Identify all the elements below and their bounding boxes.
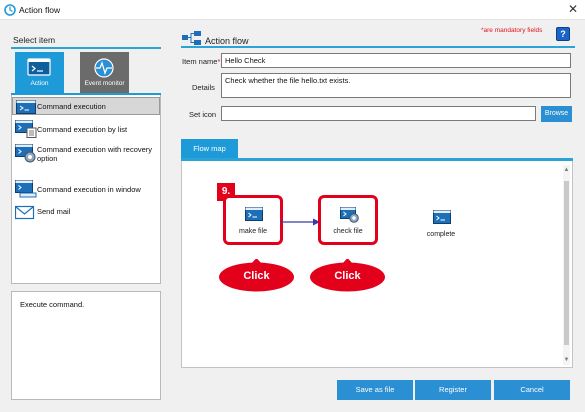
item-name-input[interactable]: Hello Check [221,53,571,68]
set-icon-input[interactable] [221,106,536,121]
list-item-command-execution-by-list[interactable]: Command execution by list [12,119,160,139]
terminal-recovery-icon [340,207,359,223]
command-list: Command execution Command execution by l… [11,95,161,284]
tab-action-label: Action [30,80,49,87]
window-title: Action flow [19,5,61,15]
terminal-icon [16,100,36,114]
flow-arrow [280,218,320,226]
callout-text: Click [334,270,361,282]
tab-action[interactable]: Action [15,52,64,93]
node-label: make file [238,228,267,235]
pulse-monitor-icon [94,58,114,78]
scroll-down-icon[interactable]: ▼ [563,357,570,363]
terminal-icon [433,210,451,224]
save-as-file-button[interactable]: Save as file [337,380,413,400]
mail-icon [15,205,35,220]
node-label: check file [333,228,363,235]
scroll-up-icon[interactable]: ▲ [563,167,570,173]
tab-event-monitor-label: Event monitor [84,80,125,87]
item-name-label-text: Item name [182,57,218,66]
click-callout: Click [309,258,386,292]
flow-node-complete[interactable]: complete [411,198,471,248]
browse-button[interactable]: Browse [541,106,572,122]
terminal-window-icon [15,180,37,198]
title-bar: Action flow ✕ [0,0,585,20]
list-item-label: Command execution by list [37,125,128,134]
divider [11,47,161,49]
mandatory-note: *are mandatory fields [481,27,543,34]
details-label: Details [192,83,215,92]
list-item-label: Command execution [37,102,106,111]
item-name-label: Item name* [182,57,220,66]
select-item-label: Select item [13,35,56,45]
list-item-label-line2: option [37,154,58,163]
help-button[interactable]: ? [556,27,570,41]
tab-event-monitor[interactable]: Event monitor [80,52,129,93]
cancel-button[interactable]: Cancel [494,380,570,400]
page-title: Action flow [205,36,249,46]
app-icon [4,4,16,16]
left-panel: Select item Action Event monitor Command… [11,33,161,400]
divider [181,46,575,48]
flow-node-check-file[interactable]: check file [318,195,378,245]
terminal-icon [245,207,263,221]
flow-diagram-icon [182,31,201,45]
list-item-command-execution[interactable]: Command execution [12,97,160,115]
vertical-scrollbar[interactable]: ▲ ▼ [563,165,570,365]
required-mark: * [217,57,221,66]
close-icon[interactable]: ✕ [566,2,580,17]
terminal-list-icon [15,120,37,138]
flow-node-make-file[interactable]: make file [223,195,283,245]
description-text: Execute command. [20,300,85,309]
terminal-recovery-icon [15,144,36,163]
list-item-label: Send mail [37,207,71,216]
tab-flow-map[interactable]: Flow map [181,139,238,158]
list-item-label: Command execution in window [37,185,141,194]
scrollbar-thumb[interactable] [564,181,569,345]
node-label: complete [426,231,456,238]
callout-text: Click [243,270,270,282]
set-icon-label: Set icon [189,110,217,119]
list-item-command-execution-with-recovery[interactable]: Command execution with recovery option [12,143,160,173]
list-item-label-line1: Command execution with recovery [37,145,153,154]
click-callout: Click [218,258,295,292]
description-box: Execute command. [11,291,161,400]
register-button[interactable]: Register [415,380,491,400]
list-item-command-execution-in-window[interactable]: Command execution in window [12,179,160,199]
details-textarea[interactable]: Check whether the file hello.txt exists. [221,73,571,98]
terminal-icon [27,58,51,76]
list-item-send-mail[interactable]: Send mail [12,202,160,222]
